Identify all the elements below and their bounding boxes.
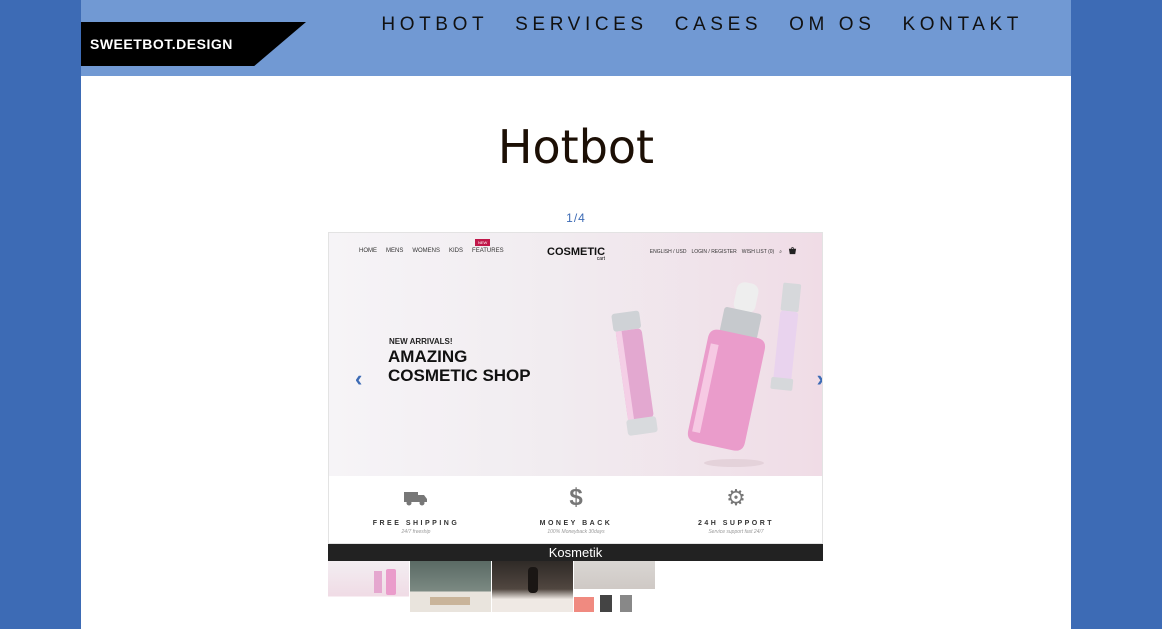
feature-sub: 24/7 freeship — [401, 529, 431, 535]
slide-image: HOME MENS WOMENS KIDS FEATURES NEW COSME… — [328, 232, 823, 544]
chevron-left-icon[interactable]: ‹ — [355, 366, 362, 392]
feature-24h-support: ⚙ 24H SUPPORT Service support fast 24/7 — [656, 484, 816, 536]
slide-right-links: ENGLISH / USD LOGIN / REGISTER WISH LIST… — [650, 249, 782, 255]
slide-counter: 1/4 — [566, 211, 586, 225]
slide-nav-womens: WOMENS — [412, 248, 441, 254]
slide-lang: ENGLISH / USD — [649, 249, 687, 255]
feature-money-back: $ MONEY BACK 100% Moneyback 30days — [496, 483, 656, 536]
feature-free-shipping: FREE SHIPPING 24/7 freeship — [336, 484, 496, 535]
thumbnail-3[interactable] — [492, 561, 573, 612]
slide-caption: Kosmetik — [328, 544, 823, 561]
feature-title: 24H SUPPORT — [697, 520, 775, 527]
feature-sub: 100% Moneyback 30days — [547, 529, 605, 535]
thumbnail-2[interactable] — [410, 561, 491, 612]
slide-wishlist: WISH LIST (0) — [741, 249, 775, 255]
nav-item-services[interactable]: SERVICES — [515, 14, 648, 36]
slide-eyebrow: NEW ARRIVALS! — [389, 337, 453, 346]
dollar-icon: $ — [569, 483, 583, 511]
chevron-right-icon[interactable]: › — [817, 366, 822, 392]
logo-text: SWEETBOT.DESIGN — [90, 36, 233, 52]
page-title: Hotbot — [497, 120, 655, 174]
slide-nav-features: FEATURES — [472, 248, 504, 254]
slide-nav-mens: MENS — [386, 248, 404, 254]
nav-item-cases[interactable]: CASES — [675, 14, 762, 36]
slide-nav: HOME MENS WOMENS KIDS FEATURES — [359, 248, 504, 254]
thumbnail-tile-image — [600, 595, 612, 612]
feature-title: FREE SHIPPING — [372, 520, 460, 527]
new-badge: NEW — [475, 239, 491, 246]
thumbnail-product-image — [430, 597, 470, 605]
thumbnail-tile-image — [620, 595, 632, 612]
thumbnail-bottle-image — [386, 569, 396, 595]
header: SWEETBOT.DESIGN HOTBOT SERVICES CASES OM… — [81, 0, 1071, 76]
slide-brand: COSMETIC cart — [547, 246, 605, 262]
gear-icon: ⚙ — [726, 484, 746, 510]
nav-item-om-os[interactable]: OM OS — [789, 14, 875, 36]
thumbnail-figure-image — [528, 567, 538, 593]
logo[interactable]: SWEETBOT.DESIGN — [81, 22, 306, 66]
slide-headline-line2: COSMETIC SHOP — [388, 366, 531, 385]
slide-headline-line1: AMAZING — [388, 347, 468, 366]
slide-headline: AMAZING COSMETIC SHOP — [388, 347, 531, 385]
cart-icon — [788, 247, 797, 255]
slide-features: FREE SHIPPING 24/7 freeship $ MONEY BACK… — [329, 476, 822, 543]
slide-hero: HOME MENS WOMENS KIDS FEATURES NEW COSME… — [329, 233, 822, 476]
search-icon: ⌕ — [779, 249, 782, 255]
thumbnail-4[interactable] — [574, 561, 655, 612]
slide-nav-kids: KIDS — [449, 248, 464, 254]
thumbnail-1[interactable] — [328, 561, 409, 612]
nav-item-hotbot[interactable]: HOTBOT — [381, 14, 488, 36]
feature-sub: Service support fast 24/7 — [708, 529, 764, 535]
slide-nav-home: HOME — [359, 248, 377, 254]
main-nav: HOTBOT SERVICES CASES OM OS KONTAKT — [354, 14, 1023, 36]
thumbnail-tile-image — [574, 597, 594, 612]
thumbnail-bottle-image — [374, 571, 382, 593]
page-container: SWEETBOT.DESIGN HOTBOT SERVICES CASES OM… — [81, 0, 1071, 629]
feature-title: MONEY BACK — [539, 520, 613, 527]
truck-icon — [336, 484, 496, 511]
nav-item-kontakt[interactable]: KONTAKT — [902, 14, 1023, 36]
product-bottles-image — [611, 282, 802, 467]
thumbnail-strip — [328, 561, 655, 612]
slide-login: LOGIN / REGISTER — [691, 249, 737, 255]
